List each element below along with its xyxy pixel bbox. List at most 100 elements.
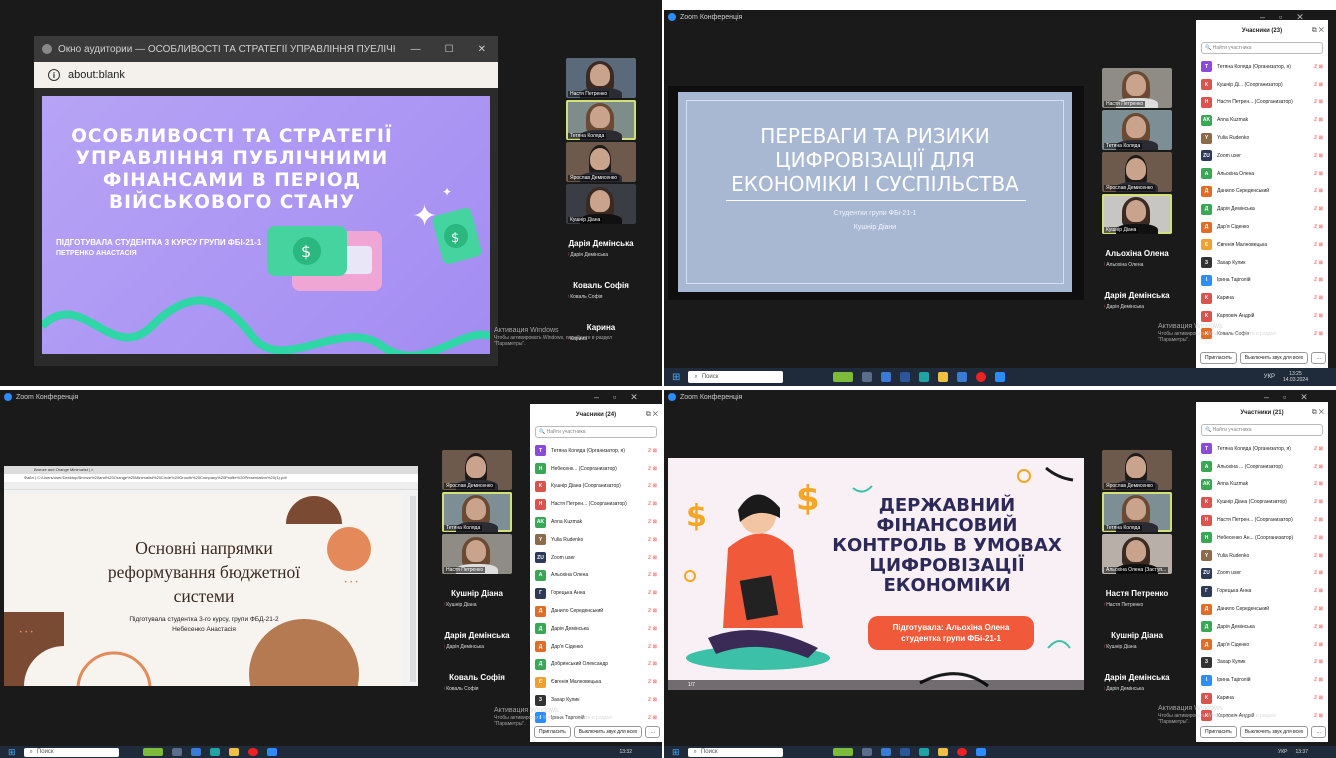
invite-button[interactable]: Пригласить (1200, 726, 1237, 738)
name-tile[interactable]: Кушнір Діана ᶩ Кушнір Діана (1102, 620, 1172, 660)
participant-row[interactable]: К Кушнір Діана (Соорганизатор) ℤ ⊠ (1196, 493, 1328, 511)
video-thumb-active-speaker[interactable]: Тетяна Коляда (1102, 492, 1172, 532)
mic-muted-icon[interactable]: ℤ ⊠ (1314, 313, 1323, 319)
participant-row[interactable]: ZU Zoom user ℤ ⊠ (530, 549, 662, 567)
mic-muted-icon[interactable]: ℤ ⊠ (648, 644, 657, 650)
participant-row[interactable]: Y Yulia Rudenko ℤ ⊠ (1196, 129, 1328, 147)
mic-muted-icon[interactable]: ℤ ⊠ (648, 519, 657, 525)
popout-icon[interactable]: ⧉ ✕ (1312, 27, 1324, 35)
mic-muted-icon[interactable]: ℤ ⊠ (648, 537, 657, 543)
participant-row[interactable]: І Ірина Тарголій ℤ ⊠ (1196, 272, 1328, 290)
close-icon[interactable]: ✕ (630, 392, 638, 403)
participant-row[interactable]: ZU Zoom user ℤ ⊠ (1196, 565, 1328, 583)
weather-icon[interactable] (832, 748, 853, 756)
q3-pdf-scrollbar[interactable] (410, 496, 416, 682)
participant-row[interactable]: Д Дар'я Сіденко ℤ ⊠ (1196, 218, 1328, 236)
mic-muted-icon[interactable]: ℤ ⊠ (1314, 64, 1323, 70)
more-button[interactable]: … (645, 726, 661, 738)
start-icon[interactable]: ⊞ (672, 747, 680, 758)
zoom-app-icon[interactable] (975, 748, 986, 756)
participant-row[interactable]: Д Данило Середенський ℤ ⊠ (530, 602, 662, 620)
word-icon[interactable] (900, 372, 911, 382)
mic-muted-icon[interactable]: ℤ ⊠ (1314, 481, 1323, 487)
explorer-icon[interactable] (937, 748, 948, 756)
edge-icon[interactable] (918, 748, 929, 756)
popout-icon[interactable]: ⧉ ✕ (1312, 409, 1324, 417)
q3-url-bar[interactable]: Файл | C:/Users/user/Desktop/Bronze%20an… (4, 474, 418, 482)
mic-muted-icon[interactable]: ℤ ⊠ (1314, 517, 1323, 523)
video-thumb-active-speaker[interactable]: Тетяна Коляда (442, 492, 512, 532)
name-tile[interactable]: Альохіна Олена ᶩ Альохіна Олена (1102, 238, 1172, 278)
participant-row[interactable]: Н Небесенк... (Соорганизатор) ℤ ⊠ (530, 460, 662, 478)
participant-row[interactable]: А Альохіна Олена ℤ ⊠ (530, 567, 662, 585)
name-tile[interactable]: Дарія Демінська ᶩ Дарія Демінська (442, 620, 512, 660)
participant-row[interactable]: AK Anna Kuzmak ℤ ⊠ (1196, 476, 1328, 494)
mic-muted-icon[interactable]: ℤ ⊠ (1314, 135, 1323, 141)
participant-row[interactable]: Д Дар'я Сіденко ℤ ⊠ (1196, 636, 1328, 654)
weather-icon[interactable] (142, 748, 163, 756)
mic-muted-icon[interactable]: ℤ ⊠ (1314, 570, 1323, 576)
mic-muted-icon[interactable]: ℤ ⊠ (648, 555, 657, 561)
participant-row[interactable]: Г Горецька Анна ℤ ⊠ (1196, 582, 1328, 600)
participant-row[interactable]: T Тетяна Коляда (Организатор, я) ℤ ⊠ (1196, 58, 1328, 76)
video-thumb[interactable]: Ярослав Демисенко (566, 142, 636, 182)
name-tile[interactable]: Дарія Демінська ᶩ Дарія Демінська (1102, 662, 1172, 702)
mic-muted-icon[interactable]: ℤ ⊠ (648, 572, 657, 578)
participant-row[interactable]: AK Anna Kuzmak ℤ ⊠ (530, 513, 662, 531)
mic-muted-icon[interactable]: ℤ ⊠ (648, 679, 657, 685)
participant-row[interactable]: Н Небесенко Ан... (Соорганизатор) ℤ ⊠ (1196, 529, 1328, 547)
mic-muted-icon[interactable]: ℤ ⊠ (1314, 659, 1323, 665)
mic-muted-icon[interactable]: ℤ ⊠ (1314, 277, 1323, 283)
mic-muted-icon[interactable]: ℤ ⊠ (1314, 464, 1323, 470)
invite-button[interactable]: Пригласить (534, 726, 571, 738)
mic-muted-icon[interactable]: ℤ ⊠ (1314, 331, 1323, 337)
participant-row[interactable]: Н Настя Петрен... (Соорганизатор) ℤ ⊠ (1196, 94, 1328, 112)
mic-muted-icon[interactable]: ℤ ⊠ (648, 626, 657, 632)
close-icon[interactable]: ✕ (478, 44, 486, 55)
app-icon[interactable] (881, 372, 892, 382)
participant-row[interactable]: Д Дар'я Сіденко ℤ ⊠ (530, 638, 662, 656)
participant-row[interactable]: T Тетяна Коляда (Организатор, я) ℤ ⊠ (1196, 440, 1328, 458)
more-button[interactable]: … (1311, 726, 1327, 738)
participant-row[interactable]: Д Дарія Демінська ℤ ⊠ (1196, 200, 1328, 218)
taskbar-search[interactable]: ⌕ Поиск (687, 747, 783, 757)
mic-muted-icon[interactable]: ℤ ⊠ (1314, 171, 1323, 177)
mute-all-button[interactable]: Выключить звук для всех (573, 726, 643, 738)
mic-muted-icon[interactable]: ℤ ⊠ (1314, 260, 1323, 266)
participant-row[interactable]: І Ірина Тарголій ℤ ⊠ (1196, 671, 1328, 689)
mute-all-button[interactable]: Выключить звук для всех (1239, 726, 1309, 738)
mic-muted-icon[interactable]: ℤ ⊠ (1314, 677, 1323, 683)
mic-muted-icon[interactable]: ℤ ⊠ (1314, 624, 1323, 630)
participant-row[interactable]: К Кушнір Діана (Соорганизатор) ℤ ⊠ (530, 478, 662, 496)
mic-muted-icon[interactable]: ℤ ⊠ (648, 661, 657, 667)
video-thumb[interactable]: Тетяна Коляда (1102, 110, 1172, 150)
mic-muted-icon[interactable]: ℤ ⊠ (1314, 535, 1323, 541)
participant-row[interactable]: З Захар Кулик ℤ ⊠ (1196, 254, 1328, 272)
participant-row[interactable]: ZU Zoom user ℤ ⊠ (1196, 147, 1328, 165)
participant-search-input[interactable]: 🔍 Найти участника (1201, 42, 1323, 54)
invite-button[interactable]: Пригласить (1200, 352, 1237, 364)
mic-muted-icon[interactable]: ℤ ⊠ (1314, 606, 1323, 612)
popout-icon[interactable]: ⧉ ✕ (646, 411, 658, 419)
participant-row[interactable]: К Кушнір Ді... (Соорганизатор) ℤ ⊠ (1196, 76, 1328, 94)
participant-row[interactable]: Д Дарія Демінська ℤ ⊠ (1196, 618, 1328, 636)
mic-muted-icon[interactable]: ℤ ⊠ (1314, 295, 1323, 301)
opera-icon[interactable] (956, 748, 967, 756)
explorer-icon[interactable] (228, 748, 239, 756)
video-thumb[interactable]: Ярослав Демисенко (442, 450, 512, 490)
participant-row[interactable]: Д Добрянський Олександр ℤ ⊠ (530, 656, 662, 674)
mail-icon[interactable] (957, 372, 968, 382)
info-icon[interactable]: i (48, 69, 60, 81)
mic-muted-icon[interactable]: ℤ ⊠ (1314, 446, 1323, 452)
zoom-app-icon[interactable] (266, 748, 277, 756)
video-thumb[interactable]: Ярослав Демисенко (1102, 152, 1172, 192)
participant-row[interactable]: Д Данило Середенський ℤ ⊠ (1196, 183, 1328, 201)
opera-icon[interactable] (976, 372, 987, 382)
name-tile[interactable]: Кушнір Діана ᶩ Кушнір Діана (442, 578, 512, 618)
minimize-icon[interactable]: — (411, 44, 421, 55)
mic-muted-icon[interactable]: ℤ ⊠ (1314, 642, 1323, 648)
participant-row[interactable]: Д Данило Середенський ℤ ⊠ (1196, 600, 1328, 618)
mic-muted-icon[interactable]: ℤ ⊠ (648, 466, 657, 472)
video-thumb[interactable]: Кушнір Діана (566, 184, 636, 224)
participant-search-input[interactable]: 🔍 Найти участника (535, 426, 657, 438)
